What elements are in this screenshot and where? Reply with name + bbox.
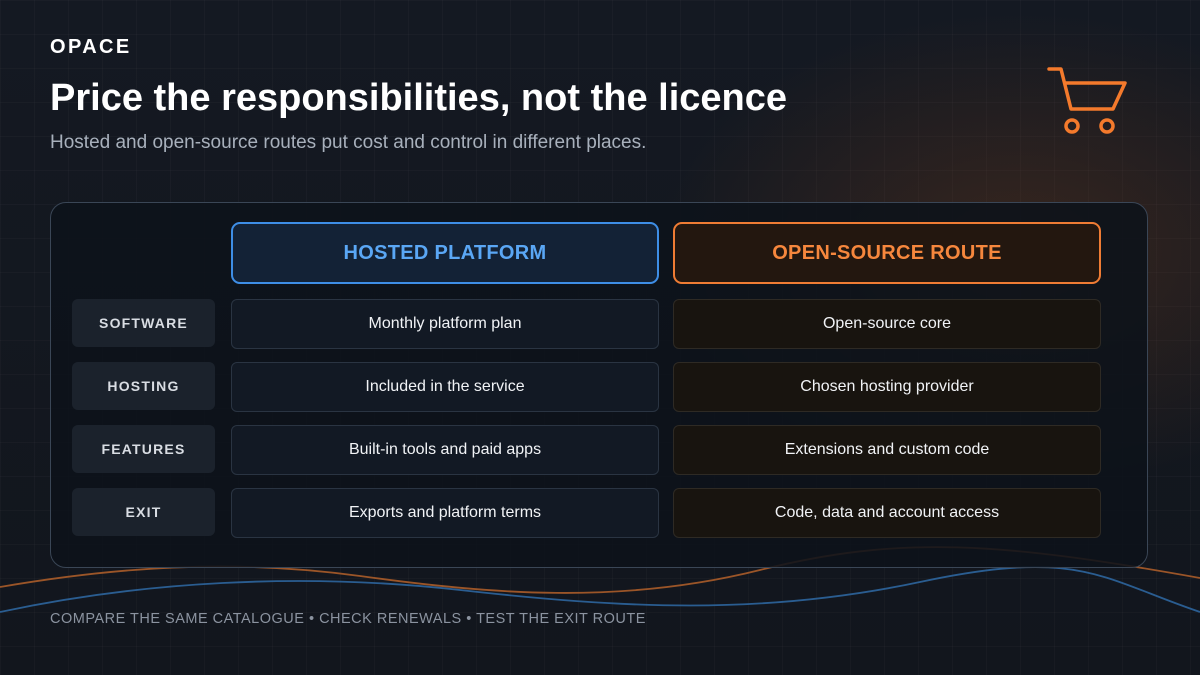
table-cell-hosted-hosting: Included in the service [231,362,659,412]
brand-logo: OPACE [50,36,132,58]
page-title: Price the responsibilities, not the lice… [50,77,787,119]
footer-tagline: COMPARE THE SAME CATALOGUE • CHECK RENEW… [50,611,646,627]
table-cell-open-source-features: Extensions and custom code [673,425,1101,475]
table-cell-hosted-exit: Exports and platform terms [231,488,659,538]
table-cell-hosted-features: Built-in tools and paid apps [231,425,659,475]
table-cell-hosted-software: Monthly platform plan [231,299,659,349]
column-header-open-source-route: OPEN-SOURCE ROUTE [673,222,1101,284]
row-label-software: SOFTWARE [72,299,215,347]
row-label-exit: EXIT [72,488,215,536]
comparison-table: HOSTED PLATFORM OPEN-SOURCE ROUTE SOFTWA… [50,202,1148,568]
column-header-hosted-platform: HOSTED PLATFORM [231,222,659,284]
table-cell-open-source-exit: Code, data and account access [673,488,1101,538]
shopping-cart-icon [1047,67,1127,134]
table-cell-open-source-software: Open-source core [673,299,1101,349]
row-label-hosting: HOSTING [72,362,215,410]
blue-wave [0,566,1200,613]
page-subtitle: Hosted and open-source routes put cost a… [50,132,647,153]
row-label-features: FEATURES [72,425,215,473]
table-cell-open-source-hosting: Chosen hosting provider [673,362,1101,412]
